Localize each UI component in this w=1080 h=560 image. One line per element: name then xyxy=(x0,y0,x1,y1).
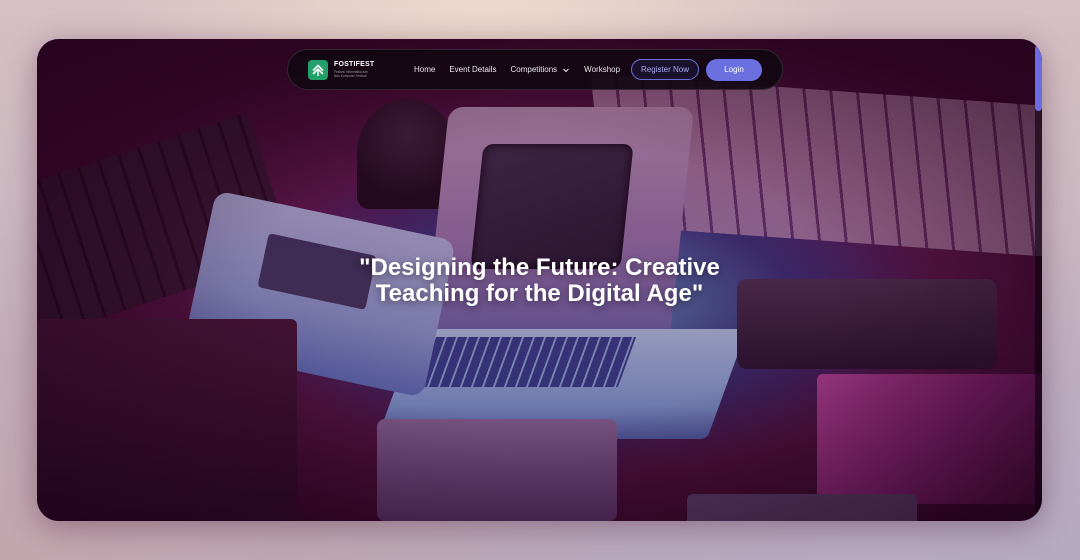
login-button[interactable]: Login xyxy=(706,58,762,81)
nav-item-event-details[interactable]: Event Details xyxy=(449,65,496,74)
nav-item-event-details-label: Event Details xyxy=(449,65,497,74)
brand[interactable]: FOSTIFEST Festival Informatika dan Ilmu … xyxy=(308,59,390,80)
brand-name: FOSTIFEST xyxy=(334,61,375,68)
nav-links: Home Event Details Competitions Workshop xyxy=(414,65,620,74)
brand-tagline: Festival Informatika dan Ilmu Komputer F… xyxy=(334,70,368,78)
hero-title: "Designing the Future: Creative Teaching… xyxy=(359,254,720,307)
top-navbar: FOSTIFEST Festival Informatika dan Ilmu … xyxy=(287,49,783,90)
scrollbar-thumb[interactable] xyxy=(1035,45,1042,111)
nav-item-workshop[interactable]: Workshop xyxy=(584,65,620,74)
nav-item-workshop-label: Workshop xyxy=(584,65,621,74)
scrollbar-track[interactable] xyxy=(1035,39,1042,521)
nav-item-competitions-label: Competitions xyxy=(510,65,558,74)
nav-item-competitions[interactable]: Competitions xyxy=(510,65,570,74)
fostifest-logo-icon xyxy=(308,59,328,80)
nav-item-home[interactable]: Home xyxy=(414,65,435,74)
register-now-button[interactable]: Register Now xyxy=(630,59,699,80)
chevron-down-icon xyxy=(563,68,570,72)
nav-actions: Register Now Login xyxy=(630,58,762,81)
nav-item-home-label: Home xyxy=(414,65,436,74)
browser-viewport: FOSTIFEST Festival Informatika dan Ilmu … xyxy=(37,39,1042,521)
